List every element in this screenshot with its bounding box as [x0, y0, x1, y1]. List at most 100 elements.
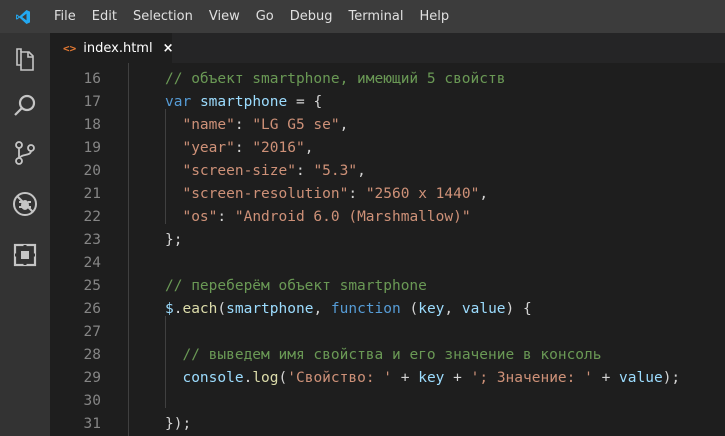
line-number: 16	[83, 71, 101, 87]
line-number: 25	[83, 278, 101, 294]
line-number: 28	[83, 347, 101, 363]
code-token: '; Значение: '	[470, 370, 593, 386]
code-token: function	[330, 301, 401, 317]
code-token: "5.3"	[313, 163, 358, 179]
code-token: "screen-size"	[182, 163, 296, 179]
code-text: // переберём объект smartphone	[165, 275, 427, 298]
code-token: smartphone	[199, 94, 288, 110]
code-text: };	[165, 229, 182, 252]
code-line[interactable]: 21 "screen-resolution": "2560 x 1440",	[50, 183, 725, 206]
code-line[interactable]: 20 "screen-size": "5.3",	[50, 160, 725, 183]
files-icon[interactable]	[9, 43, 41, 75]
code-token: key	[418, 370, 445, 386]
code-token: smartphone	[226, 301, 314, 317]
line-number: 17	[83, 94, 101, 110]
menu-bar: File Edit Selection View Go Debug Terminal Help	[46, 0, 457, 33]
code-text: // объект smartphone, имеющий 5 свойств	[165, 68, 505, 91]
code-line[interactable]: 18 "name": "LG G5 se",	[50, 114, 725, 137]
code-token: (	[217, 301, 227, 317]
code-token: ,	[304, 140, 314, 156]
code-token: :	[217, 209, 235, 225]
code-line[interactable]: 23};	[50, 229, 725, 252]
code-token: "2016"	[252, 140, 305, 156]
activity-bar	[0, 33, 50, 436]
extensions-icon[interactable]	[9, 239, 41, 271]
line-number: 23	[83, 232, 101, 248]
html-file-icon: <>	[63, 41, 77, 55]
code-token: :	[234, 140, 253, 156]
menu-item-terminal[interactable]: Terminal	[341, 0, 412, 33]
line-number: 20	[83, 163, 101, 179]
code-token: // объект smartphone, имеющий 5 свойств	[165, 71, 506, 87]
menu-item-debug[interactable]: Debug	[282, 0, 341, 33]
code-token: $	[165, 301, 174, 317]
menu-item-go[interactable]: Go	[248, 0, 282, 33]
code-token: ,	[357, 163, 366, 179]
menu-item-selection[interactable]: Selection	[125, 0, 201, 33]
code-token: // переберём объект smartphone	[165, 278, 427, 294]
code-text: "year": "2016",	[165, 137, 313, 160]
code-line[interactable]: 24	[50, 252, 725, 275]
code-text: "name": "LG G5 se",	[165, 114, 348, 137]
code-token: value	[461, 301, 506, 317]
code-token: var	[165, 94, 192, 110]
code-line[interactable]: 26 $.each(smartphone, function (key, valu…	[50, 298, 725, 321]
code-token: +	[444, 370, 471, 386]
code-token: ,	[339, 117, 349, 133]
code-line[interactable]: 31});	[50, 413, 725, 436]
code-token: "year"	[182, 140, 235, 156]
line-number: 18	[83, 117, 101, 133]
code-line[interactable]: 29 console.log('Свойство: ' + key + '; З…	[50, 367, 725, 390]
code-token: ,	[313, 301, 331, 317]
code-token: = {	[287, 94, 323, 110]
code-editor[interactable]: 16 // объект smartphone, имеющий 5 свойст…	[50, 63, 725, 436]
code-token: };	[165, 232, 183, 248]
code-token: :	[234, 117, 253, 133]
title-bar: File Edit Selection View Go Debug Terminal Help	[0, 0, 725, 33]
debug-icon[interactable]	[9, 188, 41, 220]
code-token: .	[243, 370, 253, 386]
code-line[interactable]: 17 var smartphone = {	[50, 91, 725, 114]
code-line[interactable]: 28 // выведем имя свойства и его значени…	[50, 344, 725, 367]
code-text: "screen-resolution": "2560 x 1440",	[165, 183, 488, 206]
code-line[interactable]: 19 "year": "2016",	[50, 137, 725, 160]
menu-item-view[interactable]: View	[201, 0, 248, 33]
code-token: // выведем имя свойства и его значение в…	[182, 347, 602, 363]
close-icon[interactable]: ×	[163, 41, 174, 56]
line-number: 24	[83, 255, 101, 271]
code-text: // выведем имя свойства и его значение в…	[165, 344, 602, 367]
code-line[interactable]: 27	[50, 321, 725, 344]
search-icon[interactable]	[9, 90, 41, 122]
vscode-logo-icon	[0, 0, 46, 33]
code-token: (	[278, 370, 288, 386]
menu-item-help[interactable]: Help	[411, 0, 457, 33]
tab-index-html[interactable]: <> index.html ×	[50, 33, 174, 63]
code-token: +	[592, 370, 620, 386]
menu-item-file[interactable]: File	[46, 0, 84, 33]
code-token: 'Свойство: '	[287, 370, 393, 386]
source-control-icon[interactable]	[9, 137, 41, 169]
code-text: var smartphone = {	[165, 91, 322, 114]
code-line[interactable]: 25 // переберём объект smartphone	[50, 275, 725, 298]
code-text: "screen-size": "5.3",	[165, 160, 366, 183]
code-line[interactable]: 16 // объект smartphone, имеющий 5 свойст…	[50, 68, 725, 91]
line-number: 29	[83, 370, 101, 386]
code-token: log	[252, 370, 279, 386]
line-number: 19	[83, 140, 101, 156]
code-line[interactable]: 30	[50, 390, 725, 413]
line-number: 30	[83, 393, 101, 409]
code-token: key	[418, 301, 445, 317]
code-token: :	[348, 186, 366, 202]
line-number: 31	[83, 416, 101, 432]
code-line[interactable]: 22 "os": "Android 6.0 (Marshmallow)"	[50, 206, 725, 229]
code-token: "2560 x 1440"	[365, 186, 480, 202]
code-token: +	[392, 370, 419, 386]
code-token: );	[662, 370, 681, 386]
menu-item-edit[interactable]: Edit	[84, 0, 125, 33]
code-text: });	[165, 413, 191, 436]
